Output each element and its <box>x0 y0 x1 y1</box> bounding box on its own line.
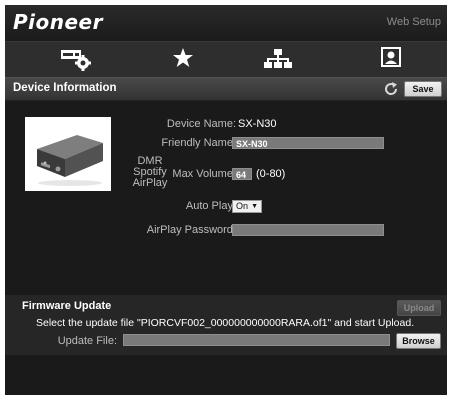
upload-button[interactable]: Upload <box>397 300 441 316</box>
airplay-password-input[interactable] <box>232 224 384 236</box>
friendly-name-input[interactable]: SX-N30 <box>232 137 384 149</box>
max-volume-input[interactable]: 64 <box>232 168 252 180</box>
auto-play-select[interactable]: On ▼ <box>232 200 262 213</box>
firmware-instruction: Select the update file "PIORCVF002_00000… <box>36 317 415 329</box>
max-volume-range: (0-80) <box>256 168 286 180</box>
device-name-value: SX-N30 <box>238 118 277 130</box>
update-file-input[interactable] <box>123 334 390 346</box>
max-volume-label: Max Volume: <box>172 168 236 180</box>
airplay-password-label: AirPlay Password: <box>146 224 236 236</box>
device-information-header: Device Information Save <box>5 77 447 101</box>
max-volume-services-label: DMR Spotify AirPlay <box>132 155 168 189</box>
tab-network[interactable] <box>238 42 318 80</box>
device-name-label: Device Name: <box>166 118 236 130</box>
firmware-update-title: Firmware Update <box>22 300 112 312</box>
profile-icon <box>381 47 401 67</box>
top-bar: Pioneer Web Setup <box>5 5 447 41</box>
pioneer-logo: Pioneer <box>13 10 103 34</box>
tab-device-settings[interactable] <box>37 42 117 80</box>
device-image <box>25 117 111 191</box>
tab-bar <box>5 41 447 80</box>
save-button[interactable]: Save <box>404 81 442 97</box>
browse-button[interactable]: Browse <box>396 333 441 349</box>
update-file-label: Update File: <box>57 335 117 347</box>
refresh-icon[interactable] <box>383 81 399 97</box>
friendly-name-label: Friendly Name: <box>161 137 236 149</box>
web-setup-label: Web Setup <box>386 16 441 28</box>
web-setup-window: Pioneer Web Setup Device Information Sav… <box>5 5 447 395</box>
auto-play-value: On <box>236 201 249 211</box>
tab-profile[interactable] <box>351 42 431 80</box>
auto-play-label: Auto Play: <box>185 200 236 212</box>
tab-favorites[interactable] <box>143 42 223 80</box>
star-icon <box>173 48 193 67</box>
network-icon <box>264 49 292 68</box>
device-information-title: Device Information <box>13 82 117 94</box>
device-settings-icon <box>61 50 91 71</box>
dropdown-arrow-icon: ▼ <box>251 203 258 210</box>
